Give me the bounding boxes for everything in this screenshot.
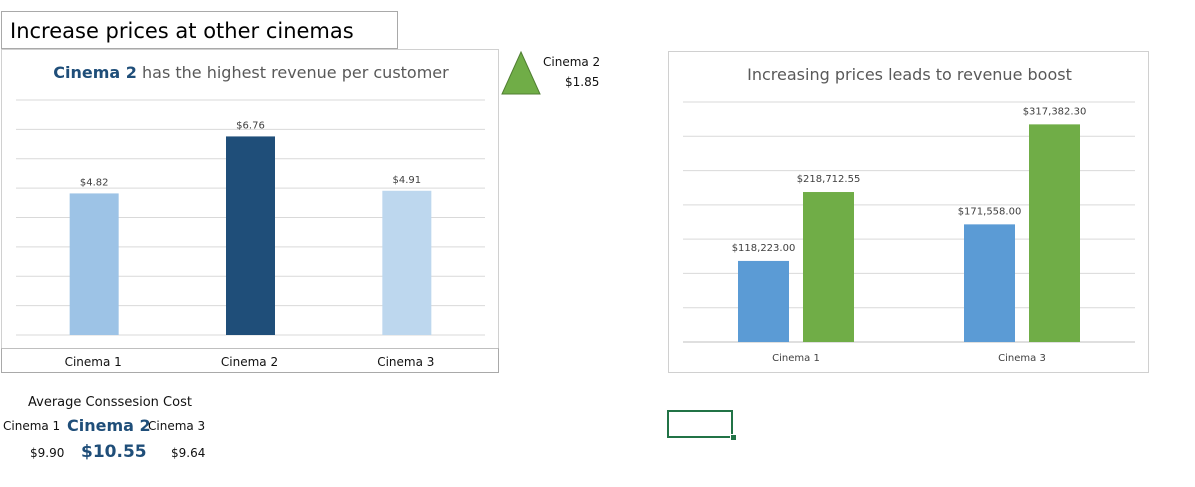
category-label: Cinema 3 [377, 355, 434, 369]
right-chart-plot: $118,223.00 $218,712.55 Cinema 1 $171,558.0… [683, 101, 1135, 364]
revenue-per-customer-chart[interactable]: Cinema 2 has the highest revenue per cus… [1, 49, 499, 349]
category-label: Cinema 1 [65, 355, 122, 369]
bar-cinema-2 [226, 136, 275, 335]
bar-series2-cinema-3 [1029, 124, 1080, 342]
concession-cinema3-label: Cinema 3 [148, 419, 206, 433]
bar-series1-cinema-3 [964, 224, 1015, 342]
left-chart-category-axis: Cinema 1 Cinema 2 Cinema 3 [65, 355, 435, 369]
bar-value-label: $118,223.00 [732, 243, 796, 254]
bar-value-label: $4.91 [393, 175, 422, 186]
category-label: Cinema 3 [998, 353, 1046, 364]
up-triangle-icon [501, 50, 541, 95]
selected-cell[interactable] [667, 410, 733, 438]
left-chart-plot: $4.82 $6.76 $4.91 [16, 99, 485, 336]
bar-series1-cinema-1 [738, 260, 789, 342]
bar-cinema-3 [382, 190, 432, 335]
concession-cinema1-value: $9.90 [30, 446, 65, 460]
concession-title: Average Conssesion Cost [28, 395, 192, 410]
bar-series2-cinema-1 [803, 192, 854, 342]
triangle-callout-label: Cinema 2 [543, 55, 601, 69]
category-label: Cinema 1 [772, 353, 820, 364]
concession-cinema2-value: $10.55 [81, 442, 147, 462]
concession-cinema1-label: Cinema 1 [3, 419, 61, 433]
concession-cinema2-label: Cinema 2 [67, 416, 151, 435]
category-label: Cinema 2 [221, 355, 278, 369]
bar-cinema-1 [69, 193, 119, 335]
bar-value-label: $317,382.30 [1023, 106, 1087, 117]
revenue-boost-chart[interactable]: Increasing prices leads to revenue boost… [668, 51, 1149, 373]
sheet-heading: Increase prices at other cinemas [1, 11, 398, 49]
bar-value-label: $218,712.55 [797, 174, 861, 185]
left-chart-category-strip: Cinema 1 Cinema 2 Cinema 3 [1, 348, 499, 373]
concession-cinema3-value: $9.64 [171, 446, 206, 460]
bar-value-label: $4.82 [80, 177, 109, 188]
bar-value-label: $6.76 [236, 120, 265, 131]
fill-handle[interactable] [730, 434, 737, 441]
bar-value-label: $171,558.00 [958, 206, 1022, 217]
triangle-callout-value: $1.85 [565, 75, 600, 89]
